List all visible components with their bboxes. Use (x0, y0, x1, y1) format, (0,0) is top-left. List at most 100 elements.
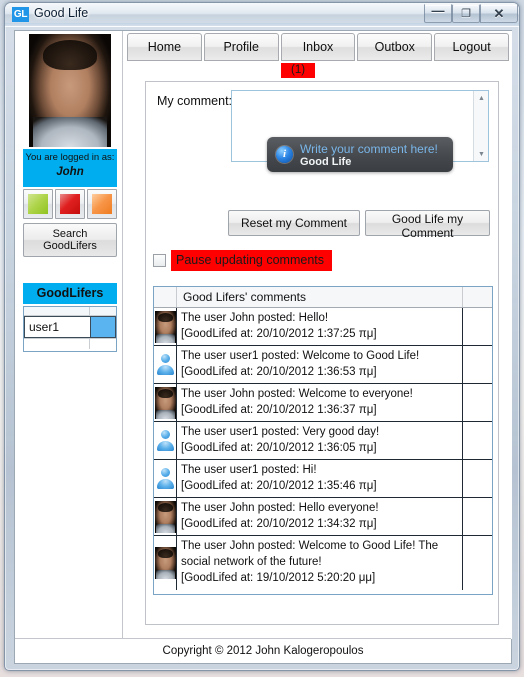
info-icon: i (276, 146, 293, 163)
comment-message: The user user1 posted: Hi! (181, 464, 317, 476)
table-row[interactable]: The user John posted: Welcome to Good Li… (154, 536, 492, 590)
logged-in-panel: You are logged in as: John (23, 149, 117, 187)
comment-avatar-cell (154, 384, 177, 421)
reset-comment-button[interactable]: Reset my Comment (228, 210, 360, 236)
goodlifers-row[interactable]: user1 (24, 316, 116, 338)
comment-timestamp: [GoodLifed at: 20/10/2012 1:36:53 πμ] (181, 366, 377, 378)
table-row[interactable]: The user user1 posted: Very good day! [G… (154, 422, 492, 460)
tab-bar: Home Profile Inbox Outbox Logout (127, 33, 509, 61)
comment-extra-cell (463, 308, 492, 345)
comment-scrollbar[interactable]: ▲ ▼ (473, 91, 488, 161)
window-title: Good Life (34, 6, 89, 20)
goodlifers-grid-header (24, 307, 116, 316)
scroll-down-icon[interactable]: ▼ (474, 147, 489, 161)
comment-text-cell: The user John posted: Welcome to everyon… (177, 384, 463, 421)
close-button[interactable]: ✕ (480, 4, 518, 23)
generic-user-icon (156, 430, 174, 451)
comment-text-cell: The user John posted: Welcome to Good Li… (177, 536, 463, 590)
tab-home[interactable]: Home (127, 33, 202, 61)
scroll-up-icon[interactable]: ▲ (474, 91, 489, 105)
pause-updating-label: Pause updating comments (171, 250, 333, 271)
orange-color-button[interactable] (87, 189, 117, 219)
logged-in-username: John (56, 166, 84, 178)
comment-extra-cell (463, 536, 492, 590)
comment-message: The user user1 posted: Very good day! (181, 426, 380, 438)
submit-comment-button[interactable]: Good Life my Comment (365, 210, 490, 240)
comment-text-cell: The user user1 posted: Welcome to Good L… (177, 346, 463, 383)
goodlifers-grid[interactable]: user1 (23, 306, 117, 352)
comments-grid-header: Good Lifers' comments (154, 287, 492, 308)
red-color-button[interactable] (55, 189, 85, 219)
comments-header-extra-column (463, 287, 492, 307)
tab-profile[interactable]: Profile (203, 33, 279, 61)
pause-updating-row[interactable]: Pause updating comments (153, 250, 333, 271)
title-bar: GL Good Life — ❐ ✕ (5, 3, 519, 27)
green-color-button[interactable] (23, 189, 53, 219)
comment-message: The user John posted: Hello! (181, 312, 329, 324)
john-photo-icon (154, 547, 176, 579)
app-logo-icon: GL (12, 7, 29, 22)
goodlifers-username: user1 (24, 316, 90, 338)
avatar (29, 34, 111, 147)
comment-avatar-cell (154, 498, 177, 535)
red-swatch-icon (60, 194, 80, 214)
goodlifers-status-cell[interactable] (90, 316, 116, 338)
maximize-button[interactable]: ❐ (452, 4, 480, 23)
goodlifers-empty-row (24, 338, 116, 349)
close-icon: ✕ (493, 5, 505, 21)
goodlifers-header-cell-status (90, 307, 116, 316)
comment-panel: My comment: ▲ ▼ i Write your comment her… (145, 81, 499, 625)
john-photo-icon (154, 500, 176, 533)
table-row[interactable]: The user user1 posted: Welcome to Good L… (154, 346, 492, 384)
comment-message: The user user1 posted: Welcome to Good L… (181, 350, 420, 362)
sidebar: You are logged in as: John Search GoodLi… (15, 31, 123, 639)
comment-extra-cell (463, 384, 492, 421)
logged-in-label: You are logged in as: (25, 152, 115, 163)
generic-user-icon (156, 354, 174, 375)
comment-timestamp: [GoodLifed at: 20/10/2012 1:37:25 πμ] (181, 328, 377, 340)
comment-timestamp: [GoodLifed at: 20/10/2012 1:34:32 πμ] (181, 518, 377, 530)
goodlifers-header-cell-name (24, 307, 90, 316)
footer: Copyright © 2012 John Kalogeropoulos (15, 638, 511, 663)
green-swatch-icon (28, 194, 48, 214)
comment-extra-cell (463, 460, 492, 497)
comments-header-avatar-column (154, 287, 177, 307)
comment-timestamp: [GoodLifed at: 20/10/2012 1:36:05 πμ] (181, 442, 377, 454)
table-row[interactable]: The user user1 posted: Hi! [GoodLifed at… (154, 460, 492, 498)
tab-inbox[interactable]: Inbox (280, 33, 356, 61)
comment-avatar-cell (154, 308, 177, 345)
application-window: GL Good Life — ❐ ✕ You are logged in as:… (4, 2, 520, 671)
comment-timestamp: [GoodLifed at: 19/10/2012 5:20:20 μμ] (181, 572, 376, 584)
inbox-unread-badge: (1) (281, 63, 316, 78)
tooltip-body: Good Life (300, 156, 352, 168)
table-row[interactable]: The user John posted: Hello! [GoodLifed … (154, 308, 492, 346)
minimize-button[interactable]: — (424, 4, 452, 23)
comment-text-cell: The user user1 posted: Hi! [GoodLifed at… (177, 460, 463, 497)
table-row[interactable]: The user John posted: Hello everyone! [G… (154, 498, 492, 536)
comment-text-cell: The user user1 posted: Very good day! [G… (177, 422, 463, 459)
comment-timestamp: [GoodLifed at: 20/10/2012 1:35:46 πμ] (181, 480, 377, 492)
search-goodlifers-button[interactable]: Search GoodLifers (23, 223, 117, 257)
table-row[interactable]: The user John posted: Welcome to everyon… (154, 384, 492, 422)
comment-text-cell: The user John posted: Hello everyone! [G… (177, 498, 463, 535)
comment-extra-cell (463, 498, 492, 535)
goodlifers-empty-cell-name (24, 338, 90, 349)
comment-extra-cell (463, 422, 492, 459)
pause-updating-checkbox[interactable] (153, 254, 166, 267)
my-comment-label: My comment: (157, 94, 233, 108)
comment-avatar-cell (154, 460, 177, 497)
comment-avatar-cell (154, 536, 177, 590)
comment-message: The user John posted: Welcome to Good Li… (181, 540, 439, 568)
tab-outbox[interactable]: Outbox (357, 33, 433, 61)
minimize-icon: — (431, 2, 445, 18)
color-button-row (23, 189, 117, 219)
comment-extra-cell (463, 346, 492, 383)
maximize-icon: ❐ (461, 8, 471, 20)
john-photo-icon (154, 310, 176, 343)
goodlifers-header: GoodLifers (23, 283, 117, 304)
tab-logout[interactable]: Logout (434, 33, 509, 61)
comments-grid[interactable]: Good Lifers' comments The user John post… (153, 286, 493, 595)
comment-avatar-cell (154, 422, 177, 459)
generic-user-icon (156, 468, 174, 489)
comment-message: The user John posted: Welcome to everyon… (181, 388, 413, 400)
